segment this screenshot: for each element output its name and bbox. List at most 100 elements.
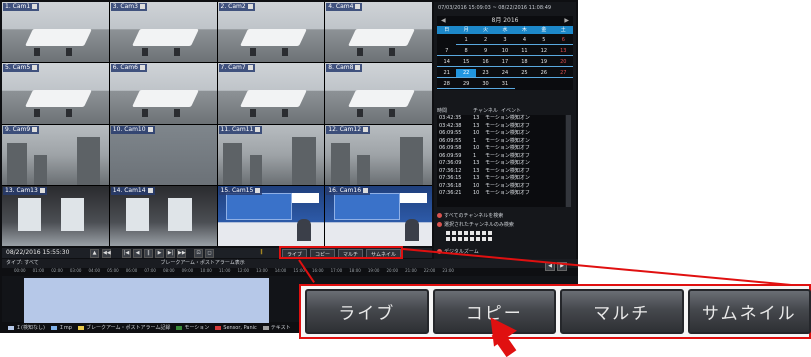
event-row[interactable]: 06:09:55 10 モーション検知オン [437,130,565,138]
channel-checkbox[interactable] [464,237,468,241]
calendar-day[interactable]: 26 [534,69,554,78]
camera-tile[interactable]: 4. Cam4 [325,2,432,63]
calendar-day[interactable]: 7 [437,47,457,56]
channel-checkbox[interactable] [452,231,456,235]
channel-checkbox[interactable] [446,231,450,235]
zoom-icon[interactable]: ⊡ [194,249,203,258]
camera-menu-icon[interactable] [39,187,45,193]
zoomed-live-button[interactable]: ライブ [305,289,429,334]
calendar-day[interactable]: 9 [475,47,496,56]
camera-menu-icon[interactable] [363,126,369,132]
event-list-scrollbar[interactable] [566,115,571,207]
next-month-icon[interactable]: ▶ [564,16,569,26]
channel-checkbox[interactable] [470,237,474,241]
calendar-day[interactable]: 19 [534,58,554,67]
prev-month-icon[interactable]: ◀ [441,16,446,26]
camera-tile[interactable]: 5. Cam5 [2,63,109,124]
calendar-day[interactable]: 25 [514,69,535,78]
zoomed-thumbnail-button[interactable]: サムネイル [687,289,811,334]
calendar-day[interactable]: 29 [456,80,476,89]
calendar-day[interactable]: 13 [553,47,573,56]
calendar-day[interactable]: 4 [514,36,535,45]
camera-tile[interactable]: 15. Cam15 [217,185,325,246]
channel-checkbox[interactable] [464,231,468,235]
camera-tile[interactable]: 10. Cam10 [109,124,217,185]
channel-checkbox[interactable] [476,237,480,241]
forward-fast-icon[interactable]: ▶▶ [177,249,186,258]
calendar-day[interactable]: 1 [456,36,476,45]
calendar-day[interactable]: 3 [495,36,515,45]
camera-menu-icon[interactable] [32,4,38,9]
calendar-day[interactable]: 20 [553,58,573,67]
event-row[interactable]: 07:36:15 13 モーション検知オン [437,175,565,183]
camera-tile[interactable]: 14. Cam14 [109,185,217,246]
skip-forward-icon[interactable]: ▶| [166,249,175,258]
zoomed-multi-button[interactable]: マルチ [560,289,684,334]
channel-checkbox[interactable] [482,237,486,241]
camera-tile[interactable]: 9. Cam9 [2,124,109,185]
time-spin-icon[interactable]: ▲ [90,249,99,258]
type-filter[interactable]: タイプ: すべて [6,260,39,266]
camera-menu-icon[interactable] [247,4,253,9]
calendar-day[interactable]: 12 [534,47,554,56]
prealarm-toggle[interactable]: ブレークアーム・ポストアラーム表示 [160,260,244,266]
calendar-day[interactable]: 16 [475,58,496,67]
event-row[interactable]: 07:36:18 10 モーション検知オフ [437,183,565,191]
camera-menu-icon[interactable] [255,187,261,193]
event-row[interactable]: 03:42:35 13 モーション検知オン [437,115,565,123]
camera-tile[interactable]: 3. Cam3 [109,2,217,63]
camera-tile[interactable]: 1. Cam1 [2,2,109,63]
calendar-day[interactable]: 10 [495,47,515,56]
option-selected-channels[interactable]: 選択されたチャンネルのみ検索 [437,221,573,228]
step-back-icon[interactable]: ◀ [133,249,142,258]
calendar-day[interactable]: 8 [456,47,476,56]
calendar-day[interactable]: 15 [456,58,476,67]
snapshot-icon[interactable]: ◻ [205,249,214,258]
camera-tile[interactable]: 6. Cam6 [109,63,217,124]
event-row[interactable]: 06:09:58 10 モーション検知オフ [437,145,565,153]
calendar-day[interactable]: 22 [456,69,476,78]
camera-menu-icon[interactable] [247,65,253,71]
event-row[interactable]: 06:09:59 1 モーション検知オフ [437,153,565,161]
camera-menu-icon[interactable] [355,4,361,9]
channel-checkbox[interactable] [476,231,480,235]
camera-menu-icon[interactable] [139,4,145,9]
channel-checkbox[interactable] [488,231,492,235]
camera-tile[interactable]: 16. Cam16 [325,185,432,246]
event-row[interactable]: 06:09:55 1 モーション検知オン [437,138,565,146]
calendar-day[interactable]: 11 [514,47,535,56]
event-row[interactable]: 07:36:12 13 モーション検知オフ [437,168,565,176]
calendar-day[interactable]: 5 [534,36,554,45]
calendar-day[interactable]: 17 [495,58,515,67]
camera-tile[interactable]: 13. Cam13 [2,185,109,246]
camera-tile[interactable]: 12. Cam12 [325,124,432,185]
calendar-day[interactable]: 14 [437,58,457,67]
calendar-day[interactable]: 24 [495,69,515,78]
event-row[interactable]: 03:42:38 13 モーション検知オフ [437,123,565,131]
calendar-day[interactable]: 2 [475,36,496,45]
channel-checkbox[interactable] [452,237,456,241]
calendar-day[interactable]: 18 [514,58,535,67]
camera-tile[interactable]: 11. Cam11 [217,124,325,185]
option-all-channels[interactable]: すべてのチャンネルを検索 [437,212,573,219]
skip-back-icon[interactable]: |◀ [122,249,131,258]
calendar-day[interactable]: 6 [553,36,573,45]
channel-checkbox[interactable] [446,237,450,241]
channel-checkbox[interactable] [482,231,486,235]
rewind-fast-icon[interactable]: ◀◀ [102,249,111,258]
calendar-day[interactable]: 30 [475,80,496,89]
camera-menu-icon[interactable] [363,187,369,193]
channel-checkbox[interactable] [470,231,474,235]
channel-checkbox[interactable] [488,237,492,241]
pause-icon[interactable]: ‖ [144,249,153,258]
calendar-day[interactable]: 23 [475,69,496,78]
camera-tile[interactable]: 2. Cam2 [217,2,325,63]
camera-menu-icon[interactable] [147,126,153,132]
camera-menu-icon[interactable] [139,65,145,71]
calendar-day[interactable]: 31 [495,80,515,89]
camera-menu-icon[interactable] [147,187,153,193]
play-icon[interactable]: ▶ [155,249,164,258]
camera-menu-icon[interactable] [255,126,261,132]
calendar-day[interactable]: 28 [437,80,457,89]
channel-checkbox[interactable] [458,231,462,235]
